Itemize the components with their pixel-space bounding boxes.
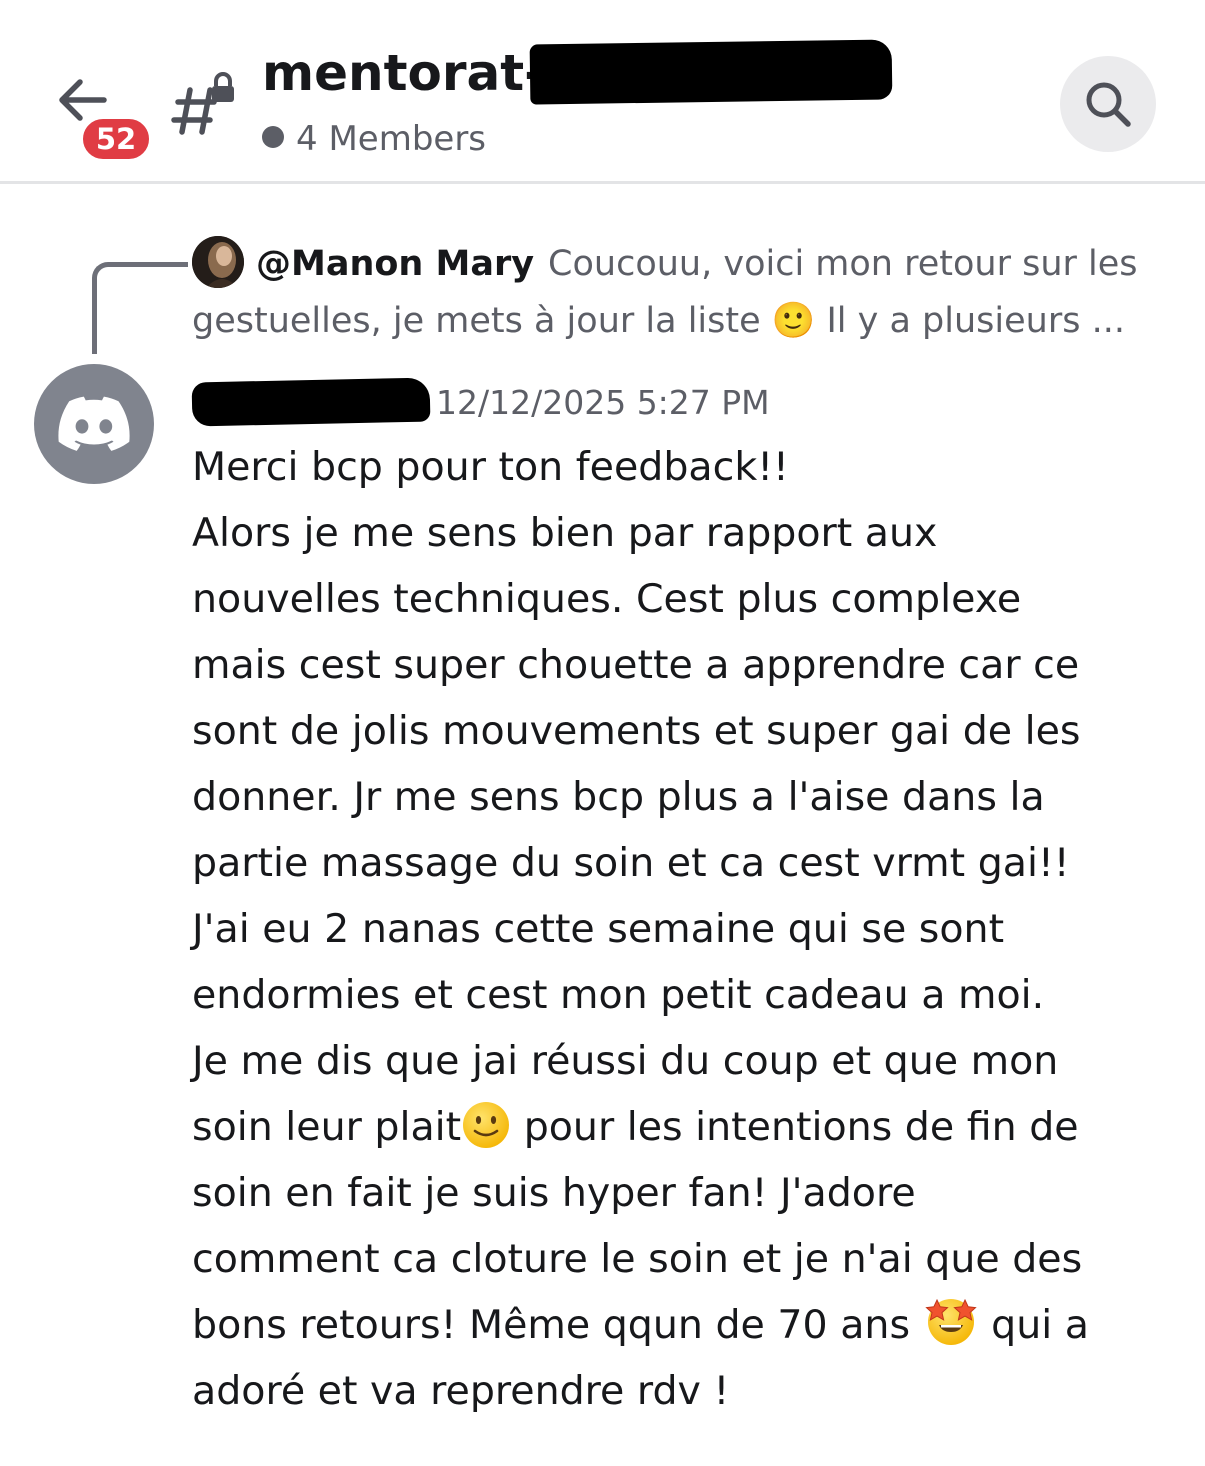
discord-default-avatar-icon: [58, 396, 130, 451]
message-line: donner. Jr me sens bcp plus a l'aise dan…: [192, 774, 1045, 820]
search-icon: [1086, 82, 1131, 127]
slightly-smiling-face-emoji: [463, 1102, 510, 1148]
message-line: J'ai eu 2 nanas cette semaine qui se son…: [192, 906, 1005, 952]
message-line: comment ca cloture le soin et je n'ai qu…: [192, 1236, 1083, 1282]
redaction-bar: [529, 39, 893, 105]
reply-preview[interactable]: @Manon Mary Coucouu, voici mon retour sur…: [192, 236, 1167, 350]
unread-badge: 52: [80, 116, 152, 162]
message-line: soin en fait je suis hyper fan! J'adore: [192, 1170, 916, 1216]
message-line: Alors je me sens bien par rapport aux: [192, 510, 938, 556]
message-line: bons retours! Même qqun de 70 ans qui a: [192, 1292, 1182, 1358]
reply-author[interactable]: @Manon Mary: [256, 244, 534, 284]
member-count-label: 4 Members: [296, 119, 487, 159]
message-line: mais cest super chouette a apprendre car…: [192, 642, 1080, 688]
member-count[interactable]: 4 Members: [262, 116, 486, 162]
author-avatar[interactable]: [34, 364, 154, 484]
message-line: soin leur plait pour les intentions de f…: [192, 1094, 1182, 1160]
search-button[interactable]: [1060, 56, 1156, 152]
message-line: endormies et cest mon petit cadeau a moi…: [192, 972, 1045, 1018]
locked-text-channel-icon: [171, 72, 234, 135]
message-line: nouvelles techniques. Cest plus complexe: [192, 576, 1022, 622]
message-timestamp: 12/12/2025 5:27 PM: [436, 383, 770, 422]
message-line: partie massage du soin et ca cest vrmt g…: [192, 840, 1070, 886]
star-struck-emoji: [924, 1298, 977, 1345]
status-dot-icon: [262, 126, 284, 148]
author-name-redacted[interactable]: [191, 377, 431, 427]
message-line-part: pour les intentions de fin de: [511, 1104, 1079, 1150]
reply-connector: [92, 262, 188, 354]
channel-header: 52 mentorat-c 4 Members: [0, 0, 1205, 184]
message-line-part: soin leur plait: [192, 1104, 462, 1150]
message-line: Merci bcp pour ton feedback!!: [192, 444, 789, 490]
message-line-part: qui a: [978, 1302, 1090, 1348]
message-line: sont de jolis mouvements et super gai de…: [192, 708, 1081, 754]
message-line: Je me dis que jai réussi du coup et que …: [192, 1038, 1059, 1084]
message-line: adoré et va reprendre rdv !: [192, 1368, 730, 1414]
channel-name: mentorat-c: [262, 44, 575, 102]
message-content: Merci bcp pour ton feedback!! Alors je m…: [192, 434, 1182, 1424]
message-line-part: bons retours! Même qqun de 70 ans: [192, 1302, 923, 1348]
